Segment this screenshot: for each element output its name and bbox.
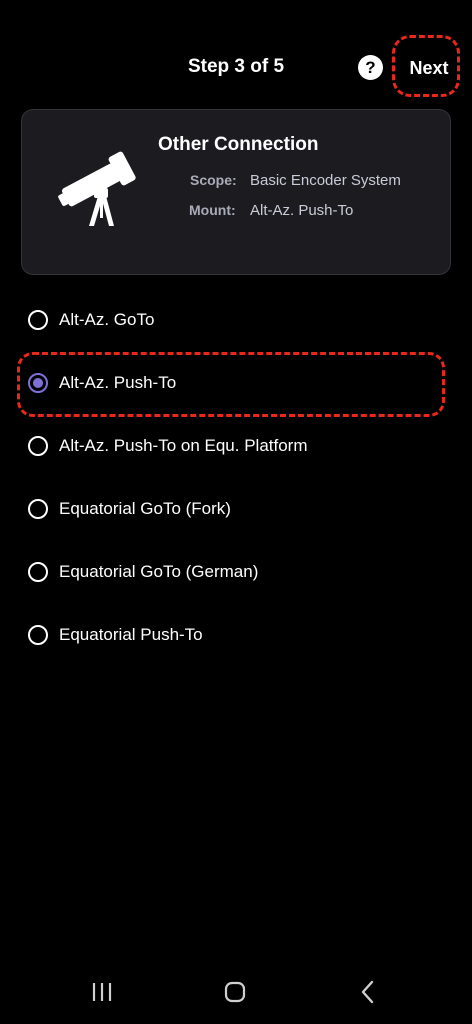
radio-button[interactable] (28, 436, 48, 456)
option-equatorial-push-to[interactable]: Equatorial Push-To (28, 615, 203, 655)
mount-value: Alt-Az. Push-To (250, 202, 354, 219)
scope-value: Basic Encoder System (250, 172, 401, 189)
highlight-annotation-option (17, 352, 445, 417)
option-equatorial-goto-fork[interactable]: Equatorial GoTo (Fork) (28, 489, 231, 529)
system-nav-bar (0, 960, 472, 1024)
back-icon[interactable] (338, 960, 398, 1024)
option-label: Equatorial GoTo (Fork) (59, 499, 231, 518)
home-icon[interactable] (205, 960, 265, 1024)
option-alt-az-goto[interactable]: Alt-Az. GoTo (28, 300, 154, 340)
option-equatorial-goto-german[interactable]: Equatorial GoTo (German) (28, 552, 258, 592)
option-label: Alt-Az. Push-To on Equ. Platform (59, 436, 308, 455)
radio-button[interactable] (28, 310, 48, 330)
highlight-annotation-next (392, 35, 460, 97)
radio-button[interactable] (28, 499, 48, 519)
connection-summary-card: Other Connection Scope: Basic Encoder Sy… (21, 109, 451, 275)
telescope-icon (58, 151, 136, 226)
radio-button[interactable] (28, 625, 48, 645)
radio-button[interactable] (28, 562, 48, 582)
option-alt-az-push-to-platform[interactable]: Alt-Az. Push-To on Equ. Platform (28, 426, 308, 466)
option-label: Alt-Az. GoTo (59, 310, 155, 329)
recents-icon[interactable] (72, 960, 132, 1024)
scope-label: Scope: (190, 172, 237, 188)
connection-title: Other Connection (158, 134, 319, 155)
help-icon[interactable]: ? (358, 55, 383, 80)
option-label: Equatorial Push-To (59, 625, 203, 644)
mount-label: Mount: (189, 202, 236, 218)
option-label: Equatorial GoTo (German) (59, 562, 259, 581)
